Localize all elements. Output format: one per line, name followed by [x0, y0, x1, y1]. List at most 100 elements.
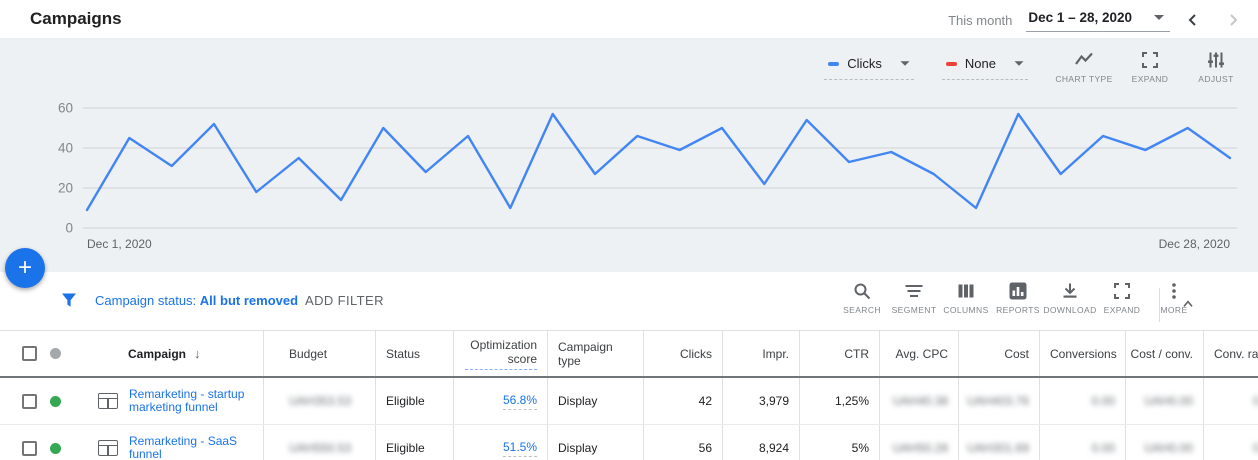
status-green-dot-icon — [50, 396, 61, 407]
performance-chart-section: Clicks None CHART TYPEEXPANDADJUST 02040… — [0, 38, 1258, 272]
column-header-budget[interactable]: Budget — [263, 331, 375, 376]
column-header-label: Campaign type — [558, 340, 618, 368]
campaign-header-cell: Campaign ↓ — [0, 331, 263, 376]
adjust-button[interactable]: ADJUST — [1188, 48, 1244, 84]
cost-value: UAH403.76 — [967, 394, 1029, 408]
toolbar-divider-wrap — [1153, 286, 1206, 322]
status-dot-header-icon — [50, 348, 61, 359]
collapse-table-button[interactable] — [1170, 286, 1206, 322]
add-filter-button[interactable]: ADD FILTER — [305, 293, 384, 308]
y-axis-tick-label: 60 — [58, 101, 73, 116]
expand-button[interactable]: EXPAND — [1096, 281, 1148, 315]
column-header-label: Cost — [1004, 347, 1029, 361]
column-header-conv_rate[interactable]: Conv. rate — [1203, 331, 1258, 376]
budget-value: UAH550.53 — [289, 441, 351, 455]
opt_score-value[interactable]: 51.5% — [503, 440, 537, 457]
budget-cell: UAH353.53 — [263, 378, 375, 424]
x-axis-start-label: Dec 1, 2020 — [87, 237, 152, 251]
date-range-text: Dec 1 – 28, 2020 — [1028, 10, 1132, 25]
opt_score-cell[interactable]: 56.8% — [453, 378, 547, 424]
expand-icon — [1112, 281, 1132, 301]
tool-label: CHART TYPE — [1055, 74, 1112, 84]
row-checkbox[interactable] — [22, 441, 37, 456]
y-axis-tick-label: 20 — [58, 181, 73, 196]
date-range-control: This month Dec 1 – 28, 2020 — [948, 8, 1250, 32]
column-header-opt_score[interactable]: Optimization score — [453, 331, 547, 376]
search-icon — [852, 281, 872, 301]
conversions-value: 0.00 — [1092, 441, 1115, 455]
segment-icon — [904, 281, 924, 301]
reports-icon — [1008, 281, 1028, 301]
campaign-status-filter-chip[interactable]: Campaign status: All but removed — [95, 293, 298, 308]
filter-label: Campaign status: — [95, 293, 196, 308]
type-value: Display — [558, 441, 597, 455]
column-header-cost_per_conv[interactable]: Cost / conv. — [1125, 331, 1203, 376]
column-header-cost[interactable]: Cost — [958, 331, 1039, 376]
x-axis-end-label: Dec 28, 2020 — [1159, 237, 1231, 251]
clicks-cell: 42 — [643, 378, 722, 424]
cost-value: UAH301.69 — [967, 441, 1029, 455]
column-header-label: Impr. — [762, 347, 789, 361]
column-header-label: Conv. rate — [1214, 347, 1258, 361]
budget-cell: UAH550.53 — [263, 425, 375, 460]
row-checkbox[interactable] — [22, 394, 37, 409]
column-header-label: Cost / conv. — [1131, 347, 1193, 361]
column-header-label: CTR — [844, 347, 869, 361]
new-campaign-button[interactable]: + — [5, 248, 45, 288]
display-campaign-icon — [98, 393, 118, 409]
date-range-selector[interactable]: Dec 1 – 28, 2020 — [1026, 8, 1170, 32]
previous-period-button[interactable] — [1176, 8, 1210, 32]
column-header-ctr[interactable]: CTR — [799, 331, 879, 376]
expand-button[interactable]: EXPAND — [1122, 48, 1178, 84]
legend-dash-icon — [828, 62, 839, 66]
opt_score-value[interactable]: 56.8% — [503, 393, 537, 410]
google-ads-campaigns-page: Campaigns This month Dec 1 – 28, 2020 Cl… — [0, 0, 1258, 460]
column-header-label: Status — [386, 347, 420, 361]
opt_score-cell[interactable]: 51.5% — [453, 425, 547, 460]
next-period-button[interactable] — [1216, 8, 1250, 32]
chevron-right-icon — [1226, 13, 1240, 27]
ctr-cell: 1,25% — [799, 378, 879, 424]
column-header-conversions[interactable]: Conversions — [1039, 331, 1125, 376]
column-header-label: Optimization score — [465, 338, 537, 370]
budget-value: UAH353.53 — [289, 394, 351, 408]
chevron-left-icon — [1186, 13, 1200, 27]
conversions-value: 0.00 — [1092, 394, 1115, 408]
cost-cell: UAH301.69 — [958, 425, 1039, 460]
column-header-label: Budget — [289, 347, 327, 361]
top-bar: Campaigns This month Dec 1 – 28, 2020 — [0, 0, 1258, 38]
tool-label: EXPAND — [1132, 74, 1169, 84]
campaign-name-link[interactable]: Remarketing - startup marketing funnel — [129, 388, 251, 414]
conv_rate-cell: 0.00% — [1203, 378, 1258, 424]
clicks-value: 42 — [699, 394, 712, 408]
download-button[interactable]: DOWNLOAD — [1044, 281, 1096, 315]
table-row: Remarketing - SaaS funnelUAH550.53Eligib… — [0, 425, 1258, 460]
columns-icon — [956, 281, 976, 301]
column-header-status[interactable]: Status — [375, 331, 453, 376]
tool-label: ADJUST — [1198, 74, 1233, 84]
avg_cpc-value: UAH50.28 — [893, 441, 948, 455]
type-cell: Display — [547, 425, 643, 460]
column-header-type[interactable]: Campaign type — [547, 331, 643, 376]
metric-dropdown-none[interactable]: None — [942, 50, 1028, 80]
segment-button[interactable]: SEGMENT — [888, 281, 940, 315]
cost_per_conv-value: UAH0.00 — [1144, 394, 1193, 408]
reports-button[interactable]: REPORTS — [992, 281, 1044, 315]
avg_cpc-cell: UAH50.28 — [879, 425, 958, 460]
sort-descending-icon[interactable]: ↓ — [194, 346, 201, 361]
column-header-clicks[interactable]: Clicks — [643, 331, 722, 376]
columns-button[interactable]: COLUMNS — [940, 281, 992, 315]
metric-dropdown-clicks[interactable]: Clicks — [824, 50, 914, 80]
chart-type-button[interactable]: CHART TYPE — [1056, 48, 1112, 84]
search-button[interactable]: SEARCH — [836, 281, 888, 315]
cost_per_conv-cell: UAH0.00 — [1125, 425, 1203, 460]
campaign-column-header[interactable]: Campaign — [128, 347, 186, 361]
cost_per_conv-value: UAH0.00 — [1144, 441, 1193, 455]
column-header-avg_cpc[interactable]: Avg. CPC — [879, 331, 958, 376]
date-preset-label: This month — [948, 13, 1012, 28]
campaign-name-link[interactable]: Remarketing - SaaS funnel — [129, 435, 251, 460]
column-header-impr[interactable]: Impr. — [722, 331, 799, 376]
select-all-checkbox[interactable] — [22, 346, 37, 361]
clicks-series-line[interactable] — [87, 114, 1230, 210]
impr-value: 8,924 — [759, 441, 789, 455]
